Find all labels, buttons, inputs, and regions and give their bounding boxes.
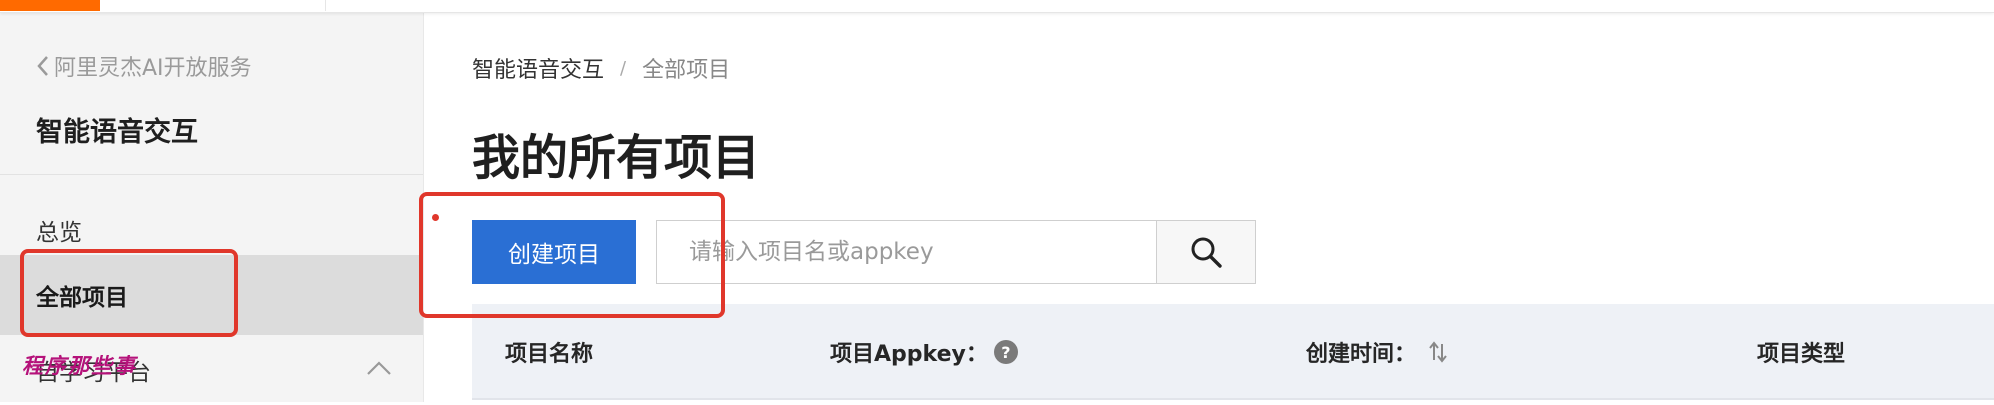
table-header: 项目名称 项目Appkey： ? 创建时间： 项目类型 (472, 304, 1994, 400)
brand-accent-bar[interactable] (0, 0, 100, 11)
back-link-label: 阿里灵杰AI开放服务 (54, 56, 252, 81)
breadcrumb-root-link[interactable]: 智能语音交互 (472, 52, 604, 84)
sidebar-item-label: 全部项目 (36, 285, 128, 311)
column-header-label: 创建时间： (1306, 342, 1417, 367)
top-navigation-bar (0, 0, 1994, 13)
back-to-service-link[interactable]: 阿里灵杰AI开放服务 (36, 48, 252, 84)
sidebar-item-all-projects[interactable]: 全部项目 (0, 255, 423, 335)
column-header-label: 项目Appkey： (830, 342, 988, 367)
sidebar-item-label: 总览 (36, 220, 82, 246)
watermark-text: 程序那些事 (22, 353, 137, 378)
breadcrumb: 智能语音交互 / 全部项目 (472, 52, 730, 84)
breadcrumb-separator: / (620, 57, 627, 79)
search-button[interactable] (1156, 220, 1256, 284)
column-header-appkey: 项目Appkey： ? (830, 336, 1018, 368)
column-header-label: 项目名称 (505, 342, 594, 367)
column-header-label: 项目类型 (1757, 342, 1846, 367)
sidebar: 阿里灵杰AI开放服务 智能语音交互 总览 全部项目 自学习平台 (0, 12, 424, 402)
search-icon (1191, 237, 1222, 268)
create-project-button[interactable]: 创建项目 (472, 220, 636, 284)
column-header-project-name: 项目名称 (505, 336, 593, 368)
sort-icon[interactable] (1428, 340, 1448, 364)
chevron-left-icon (37, 56, 48, 76)
page-title: 我的所有项目 (472, 130, 761, 186)
column-header-created-time[interactable]: 创建时间： (1306, 336, 1448, 368)
chevron-up-icon[interactable] (366, 360, 392, 376)
column-header-project-type: 项目类型 (1757, 336, 1845, 368)
product-title: 智能语音交互 (36, 117, 198, 148)
breadcrumb-current: 全部项目 (642, 58, 731, 83)
sidebar-divider (0, 174, 423, 175)
help-icon[interactable]: ? (993, 340, 1018, 364)
annotation-dot (432, 214, 439, 221)
topbar-divider (325, 0, 326, 11)
search-input[interactable] (656, 220, 1156, 284)
